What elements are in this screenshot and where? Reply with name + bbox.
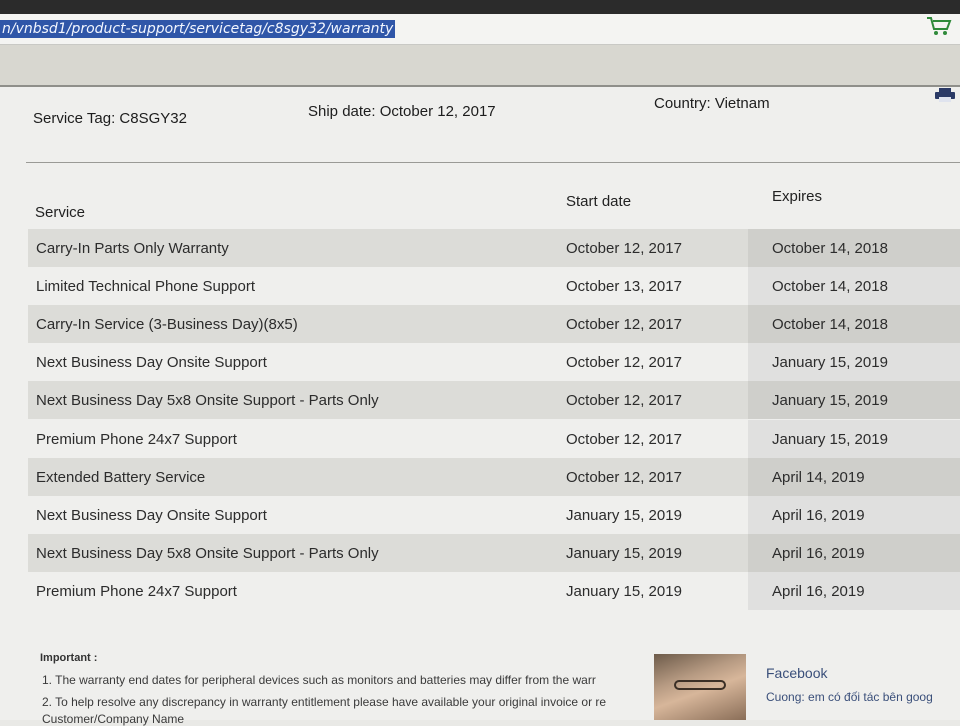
print-icon[interactable] — [934, 88, 956, 102]
cell-service: Next Business Day 5x8 Onsite Support - P… — [36, 392, 379, 409]
cell-service: Carry-In Service (3-Business Day)(8x5) — [36, 316, 298, 333]
address-bar[interactable]: n/vnbsd1/product-support/servicetag/c8sg… — [0, 14, 960, 45]
cell-service: Premium Phone 24x7 Support — [36, 583, 237, 600]
table-row: Limited Technical Phone Support October 1… — [28, 267, 960, 305]
cell-expires: January 15, 2019 — [772, 354, 888, 371]
cell-expires: October 14, 2018 — [772, 240, 888, 257]
important-line-1: 1. The warranty end dates for peripheral… — [42, 673, 596, 687]
cart-icon[interactable] — [926, 16, 952, 36]
column-header-expires: Expires — [772, 188, 823, 205]
cell-service: Premium Phone 24x7 Support — [36, 431, 237, 448]
facebook-avatar[interactable] — [654, 654, 746, 720]
cell-start-date: October 13, 2017 — [566, 278, 682, 295]
cell-start-date: October 12, 2017 — [566, 392, 682, 409]
table-row: Next Business Day Onsite Support October … — [28, 343, 960, 381]
cell-start-date: October 12, 2017 — [566, 240, 682, 257]
table-row: Extended Battery Service October 12, 2017… — [28, 458, 960, 496]
service-tag: Service Tag: C8SGY32 — [33, 110, 187, 127]
cell-expires: January 15, 2019 — [772, 431, 888, 448]
cell-start-date: January 15, 2019 — [566, 507, 682, 524]
table-row: Premium Phone 24x7 Support October 12, 20… — [28, 420, 960, 458]
cell-start-date: October 12, 2017 — [566, 431, 682, 448]
cell-service: Carry-In Parts Only Warranty — [36, 240, 229, 257]
important-line-2: 2. To help resolve any discrepancy in wa… — [42, 695, 607, 709]
cell-service: Limited Technical Phone Support — [36, 278, 256, 295]
browser-top-strip — [0, 0, 960, 14]
column-header-service: Service — [35, 204, 86, 221]
cell-start-date: October 12, 2017 — [566, 354, 682, 371]
cell-expires: April 16, 2019 — [772, 545, 865, 562]
cell-expires: April 16, 2019 — [772, 583, 865, 600]
section-divider — [26, 162, 960, 163]
table-row: Premium Phone 24x7 Support January 15, 20… — [28, 572, 960, 610]
cell-expires: April 16, 2019 — [772, 507, 865, 524]
ship-date: Ship date: October 12, 2017 — [308, 103, 496, 120]
cell-expires: October 14, 2018 — [772, 278, 888, 295]
table-row: Next Business Day Onsite Support January … — [28, 496, 960, 534]
table-row: Carry-In Parts Only Warranty October 12, … — [28, 229, 960, 267]
facebook-popup-title[interactable]: Facebook — [766, 665, 827, 681]
cell-service: Next Business Day Onsite Support — [36, 507, 267, 524]
facebook-popup-message[interactable]: Cuong: em có đối tác bên goog — [766, 690, 933, 704]
cell-service: Next Business Day Onsite Support — [36, 354, 267, 371]
avatar-glasses — [674, 680, 726, 690]
cell-service: Next Business Day 5x8 Onsite Support - P… — [36, 545, 379, 562]
cell-service: Extended Battery Service — [36, 469, 206, 486]
cell-start-date: January 15, 2019 — [566, 545, 682, 562]
cell-start-date: October 12, 2017 — [566, 469, 682, 486]
url-text-selected[interactable]: n/vnbsd1/product-support/servicetag/c8sg… — [0, 20, 396, 38]
cell-start-date: October 12, 2017 — [566, 316, 682, 333]
header-ribbon — [0, 45, 960, 85]
important-title: Important : — [40, 652, 98, 664]
column-header-start-date: Start date — [566, 193, 632, 210]
cell-start-date: January 15, 2019 — [566, 583, 682, 600]
table-row: Carry-In Service (3-Business Day)(8x5) Oc… — [28, 305, 960, 343]
cell-expires: April 14, 2019 — [772, 469, 865, 486]
country: Country: Vietnam — [654, 95, 770, 112]
table-row: Next Business Day 5x8 Onsite Support - P… — [28, 381, 960, 419]
table-row: Next Business Day 5x8 Onsite Support - P… — [28, 534, 960, 572]
important-line-3: Customer/Company Name — [42, 712, 185, 726]
cell-expires: October 14, 2018 — [772, 316, 888, 333]
cell-expires: January 15, 2019 — [772, 392, 888, 409]
